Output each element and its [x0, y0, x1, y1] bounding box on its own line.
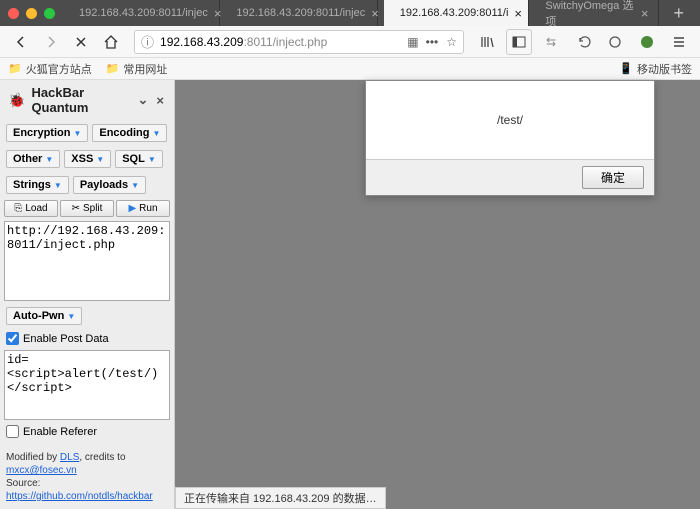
close-icon[interactable]: × [371, 6, 379, 21]
chevron-down-icon: ▼ [45, 155, 53, 164]
close-icon[interactable]: × [214, 6, 222, 21]
close-window-icon[interactable] [8, 8, 19, 19]
mobile-icon: 📱 [619, 62, 633, 75]
close-icon[interactable]: × [641, 6, 649, 21]
xss-menu[interactable]: XSS▼ [64, 150, 111, 168]
post-data-textarea[interactable] [4, 350, 170, 420]
nav-toolbar: ⓘ 192.168.43.209:8011/inject.php ▦ ••• ☆… [0, 26, 700, 58]
stop-button[interactable] [68, 29, 94, 55]
traffic-lights [8, 8, 55, 19]
credits-link[interactable]: https://github.com/notdls/hackbar [6, 491, 153, 502]
browser-tab[interactable]: 192.168.43.209:8011/injec × [69, 0, 220, 26]
bookmarks-bar: 📁火狐官方站点 📁常用网址 📱移动版书签 [0, 58, 700, 80]
chevron-down-icon: ▼ [54, 181, 62, 190]
new-tab-button[interactable]: + [665, 3, 692, 24]
other-menu[interactable]: Other▼ [6, 150, 60, 168]
mobile-bookmarks[interactable]: 📱移动版书签 [619, 61, 692, 77]
qr-icon[interactable]: ▦ [407, 35, 417, 49]
browser-tab[interactable]: SwitchyOmega 选项 × [535, 0, 659, 26]
address-bar[interactable]: ⓘ 192.168.43.209:8011/inject.php ▦ ••• ☆ [134, 30, 464, 54]
star-icon[interactable]: ☆ [446, 35, 457, 49]
tab-label: 192.168.43.209:8011/injec [79, 7, 208, 19]
panel-title: HackBar Quantum [31, 85, 131, 115]
close-icon[interactable]: × [514, 6, 522, 21]
split-button[interactable]: ✂Split [60, 200, 114, 217]
url-textarea[interactable] [4, 221, 170, 301]
encryption-menu[interactable]: Encryption▼ [6, 124, 88, 142]
autopwn-menu[interactable]: Auto-Pwn▼ [6, 307, 82, 325]
alert-ok-button[interactable]: 确定 [582, 166, 644, 189]
bookmark-item[interactable]: 📁火狐官方站点 [8, 61, 92, 77]
load-button[interactable]: ⎘Load [4, 200, 58, 217]
info-icon[interactable]: ⓘ [141, 32, 154, 51]
bookmark-item[interactable]: 📁常用网址 [106, 61, 168, 77]
load-icon: ⎘ [14, 203, 22, 214]
chevron-down-icon: ▼ [131, 181, 139, 190]
chevron-down-icon: ▼ [152, 129, 160, 138]
close-panel-icon[interactable]: × [154, 93, 166, 108]
browser-tab[interactable]: 192.168.43.209:8011/injec × [226, 0, 377, 26]
chevron-down-icon: ▼ [148, 155, 156, 164]
run-button[interactable]: ▶Run [116, 200, 170, 217]
menu-icon[interactable] [666, 29, 692, 55]
window-titlebar: 192.168.43.209:8011/injec × 192.168.43.20… [0, 0, 700, 26]
split-icon: ✂ [72, 203, 80, 214]
chevron-down-icon: ▼ [96, 155, 104, 164]
maximize-window-icon[interactable] [44, 8, 55, 19]
credits: Modified by DLS, credits to mxcx@fosec.v… [0, 447, 174, 509]
bug-icon: 🐞 [8, 92, 25, 109]
enable-post-checkbox[interactable]: Enable Post Data [0, 329, 174, 348]
encoding-menu[interactable]: Encoding▼ [92, 124, 167, 142]
library-icon[interactable] [474, 29, 500, 55]
tab-label: SwitchyOmega 选项 [545, 0, 634, 29]
folder-icon: 📁 [106, 62, 120, 75]
home-button[interactable] [98, 29, 124, 55]
page-viewport: /test/ 确定 正在传输来自 192.168.43.209 的数据… [175, 80, 700, 509]
chevron-down-icon: ▼ [73, 129, 81, 138]
tab-label: 192.168.43.209:8011/injec [236, 7, 365, 19]
browser-tab-active[interactable]: 192.168.43.209:8011/i × [384, 0, 530, 26]
proxy-icon[interactable] [634, 29, 660, 55]
sidebar-icon[interactable] [506, 29, 532, 55]
sql-menu[interactable]: SQL▼ [115, 150, 163, 168]
strings-menu[interactable]: Strings▼ [6, 176, 69, 194]
credits-link[interactable]: DLS [60, 452, 79, 463]
url-text: 192.168.43.209:8011/inject.php [160, 35, 327, 49]
tab-label: 192.168.43.209:8011/i [400, 7, 509, 19]
status-bar: 正在传输来自 192.168.43.209 的数据… [175, 487, 386, 509]
credits-link[interactable]: mxcx@fosec.vn [6, 465, 77, 476]
alert-message: /test/ [366, 81, 654, 159]
undo-icon[interactable] [570, 29, 596, 55]
extension-icon[interactable]: ⇆ [538, 29, 564, 55]
alert-dialog: /test/ 确定 [365, 80, 655, 196]
more-icon[interactable]: ••• [426, 35, 439, 49]
refresh-icon[interactable] [602, 29, 628, 55]
hackbar-panel: 🐞 HackBar Quantum ⌄ × Encryption▼ Encodi… [0, 80, 175, 509]
chevron-down-icon: ▼ [67, 312, 75, 321]
hackbar-header: 🐞 HackBar Quantum ⌄ × [0, 80, 174, 120]
back-button[interactable] [8, 29, 34, 55]
chevron-down-icon[interactable]: ⌄ [138, 92, 149, 108]
forward-button[interactable] [38, 29, 64, 55]
minimize-window-icon[interactable] [26, 8, 37, 19]
run-icon: ▶ [128, 203, 136, 214]
payloads-menu[interactable]: Payloads▼ [73, 176, 146, 194]
folder-icon: 📁 [8, 62, 22, 75]
enable-referer-checkbox[interactable]: Enable Referer [0, 422, 174, 441]
